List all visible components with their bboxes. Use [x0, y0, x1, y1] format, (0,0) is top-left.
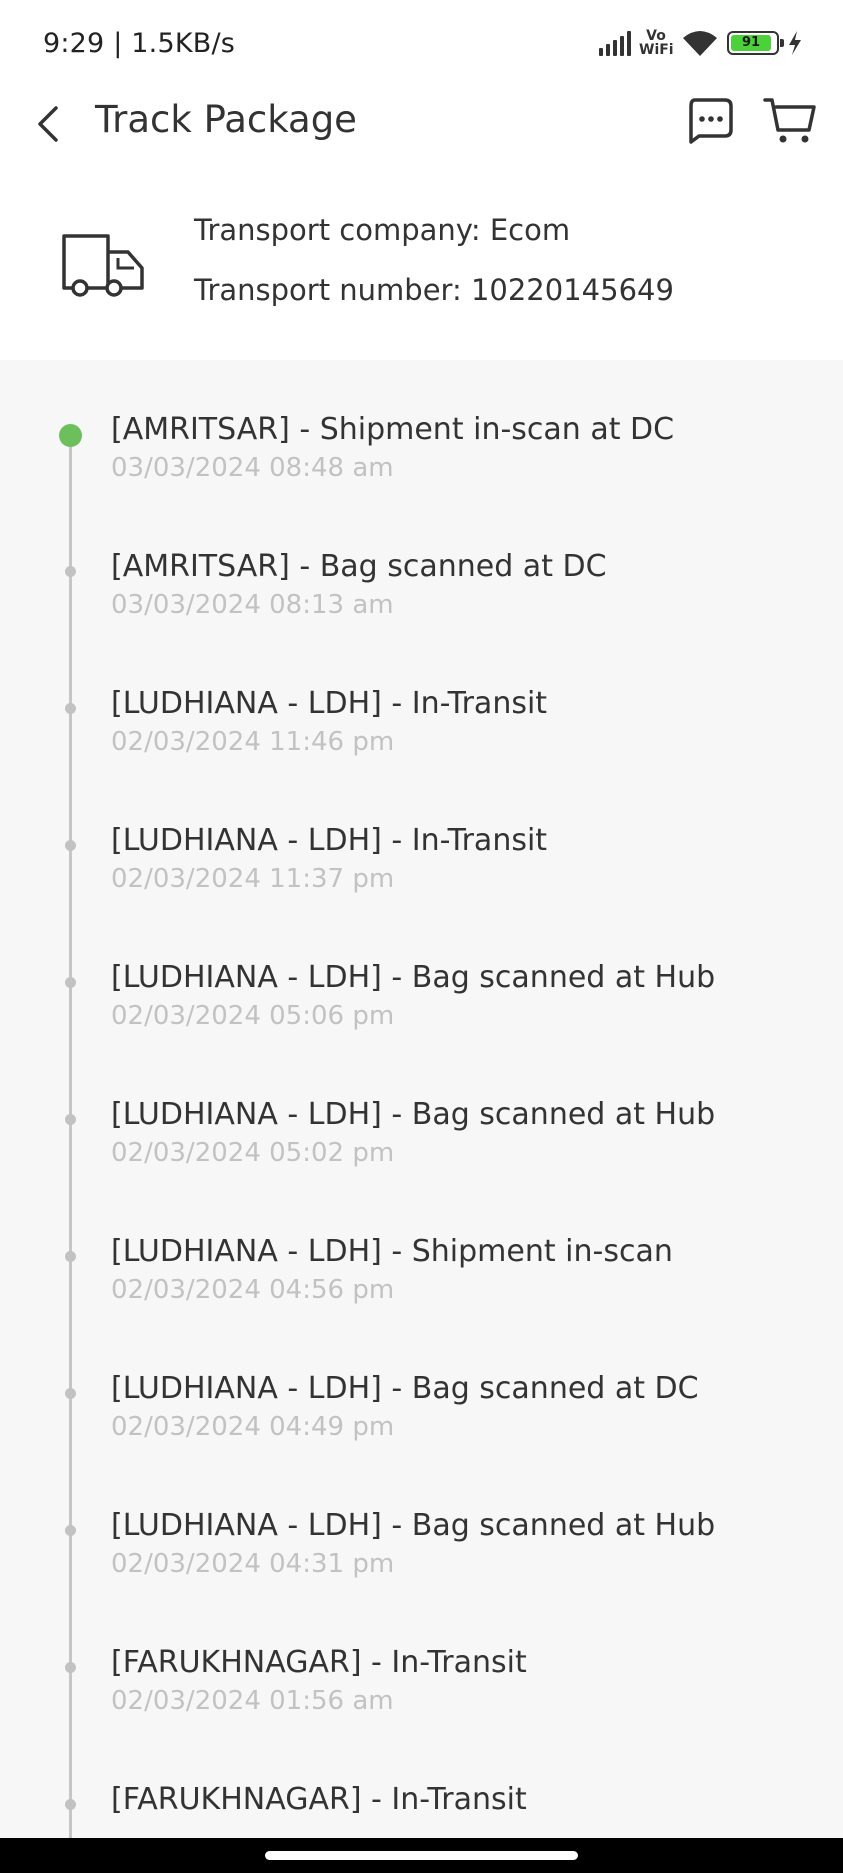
event-title: [LUDHIANA - LDH] - Bag scanned at Hub — [111, 1097, 716, 1132]
status-icons: Vo WiFi 91 — [599, 26, 803, 60]
event-title: [FARUKHNAGAR] - In-Transit — [111, 1645, 527, 1680]
transport-number: Transport number: 10220145649 — [194, 273, 674, 307]
event-timestamp: 03/03/2024 08:13 am — [111, 590, 394, 620]
truck-icon — [62, 234, 144, 297]
event-timestamp: 02/03/2024 04:49 pm — [111, 1412, 395, 1442]
status-dot — [65, 703, 76, 714]
page-title: Track Package — [95, 98, 357, 141]
event-timestamp: 03/03/2024 08:48 am — [111, 453, 394, 483]
event-timestamp: 02/03/2024 04:56 pm — [111, 1275, 395, 1305]
event-title: [LUDHIANA - LDH] - Bag scanned at DC — [111, 1371, 699, 1406]
back-button[interactable] — [30, 96, 70, 152]
vowifi-top-text: Vo — [646, 28, 666, 44]
status-dot — [65, 1388, 76, 1399]
message-button[interactable] — [685, 95, 735, 145]
timeline-event: [LUDHIANA - LDH] - Bag scanned at Hub 02/… — [0, 1508, 843, 1658]
back-arrow-icon — [38, 106, 58, 142]
event-timestamp: 02/03/2024 05:02 pm — [111, 1138, 395, 1168]
tracking-timeline[interactable]: [AMRITSAR] - Shipment in-scan at DC 03/03… — [0, 360, 843, 1850]
timeline-event: [AMRITSAR] - Shipment in-scan at DC 03/03… — [0, 412, 843, 562]
event-timestamp: 02/03/2024 04:31 pm — [111, 1549, 395, 1579]
status-dot — [65, 1662, 76, 1673]
event-timestamp: 02/03/2024 05:06 pm — [111, 1001, 395, 1031]
vowifi-bottom-text: WiFi — [639, 42, 674, 58]
status-dot — [65, 840, 76, 851]
current-status-dot — [59, 424, 82, 447]
status-dot — [65, 566, 76, 577]
event-title: [FARUKHNAGAR] - In-Transit — [111, 1782, 527, 1817]
event-title: [LUDHIANA - LDH] - Shipment in-scan — [111, 1234, 673, 1269]
event-title: [LUDHIANA - LDH] - In-Transit — [111, 686, 548, 721]
system-nav-bar — [0, 1838, 843, 1873]
event-title: [AMRITSAR] - Bag scanned at DC — [111, 549, 607, 584]
signal-icon — [599, 30, 631, 56]
event-title: [AMRITSAR] - Shipment in-scan at DC — [111, 412, 675, 447]
battery-level: 91 — [731, 35, 772, 51]
charging-icon — [789, 31, 801, 55]
timeline-event: [LUDHIANA - LDH] - Bag scanned at DC 02/0… — [0, 1371, 843, 1521]
timeline-event: [LUDHIANA - LDH] - Bag scanned at Hub 02/… — [0, 1097, 843, 1247]
vowifi-icon: Vo WiFi — [639, 28, 674, 58]
event-title: [LUDHIANA - LDH] - Bag scanned at Hub — [111, 960, 716, 995]
cart-icon — [763, 98, 816, 143]
status-bar: 9:29 | 1.5KB/s Vo WiFi 91 — [0, 0, 843, 90]
event-timestamp: 02/03/2024 11:37 pm — [111, 864, 395, 894]
event-title: [LUDHIANA - LDH] - Bag scanned at Hub — [111, 1508, 716, 1543]
timeline-event: [LUDHIANA - LDH] - Shipment in-scan 02/03… — [0, 1234, 843, 1384]
timeline-event: [LUDHIANA - LDH] - In-Transit 02/03/2024 … — [0, 823, 843, 973]
transport-info: Transport company: Ecom Transport number… — [0, 195, 843, 360]
wifi-icon — [683, 31, 717, 56]
transport-company: Transport company: Ecom — [194, 213, 571, 247]
event-timestamp: 02/03/2024 01:56 am — [111, 1686, 394, 1716]
timeline-event: [FARUKHNAGAR] - In-Transit 02/03/2024 01:… — [0, 1645, 843, 1795]
event-title: [LUDHIANA - LDH] - In-Transit — [111, 823, 548, 858]
event-timestamp: 02/03/2024 11:46 pm — [111, 727, 395, 757]
timeline-event: [LUDHIANA - LDH] - Bag scanned at Hub 02/… — [0, 960, 843, 1110]
status-time: 9:29 | 1.5KB/s — [43, 28, 236, 59]
home-indicator[interactable] — [265, 1851, 578, 1860]
status-dot — [65, 1525, 76, 1536]
message-icon — [689, 98, 733, 144]
status-dot — [65, 977, 76, 988]
battery-icon: 91 — [727, 31, 784, 55]
status-dot — [65, 1799, 76, 1810]
cart-button[interactable] — [762, 94, 818, 146]
timeline-event: [LUDHIANA - LDH] - In-Transit 02/03/2024 … — [0, 686, 843, 836]
status-dot — [65, 1251, 76, 1262]
status-dot — [65, 1114, 76, 1125]
timeline-event: [AMRITSAR] - Bag scanned at DC 03/03/2024… — [0, 549, 843, 699]
